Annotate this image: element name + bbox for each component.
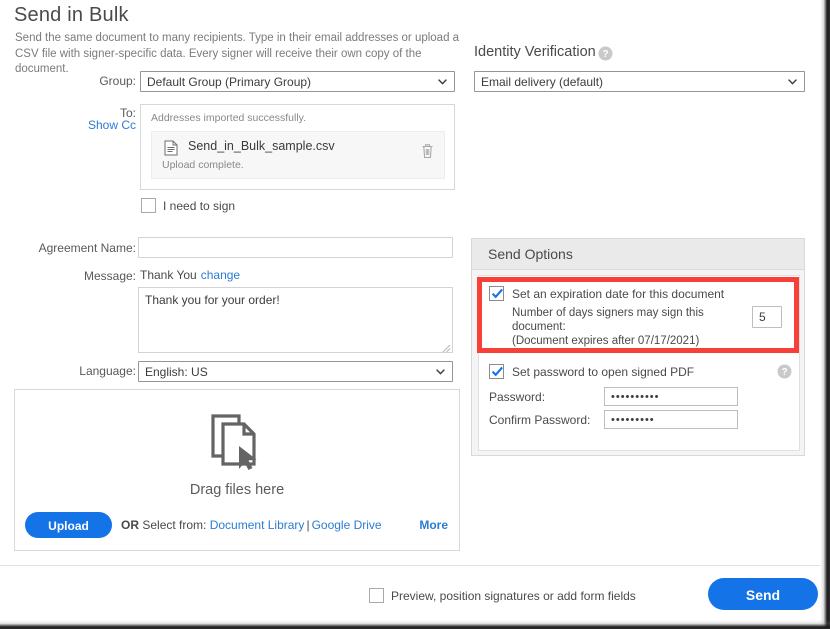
set-password-label[interactable]: Set password to open signed PDF (512, 365, 694, 379)
preview-label[interactable]: Preview, position signatures or add form… (391, 589, 636, 603)
set-password-checkbox[interactable] (489, 364, 504, 379)
to-recipients-box: Addresses imported successfully. Send_in… (140, 104, 455, 190)
chevron-down-icon (436, 369, 445, 375)
link-separator: | (306, 518, 309, 532)
message-textarea[interactable] (138, 287, 453, 353)
send-options-title: Send Options (488, 246, 573, 262)
password-input[interactable] (604, 387, 738, 406)
footer-divider (0, 565, 820, 566)
language-select-value: English: US (145, 365, 208, 379)
document-library-link[interactable]: Document Library (210, 518, 305, 532)
upload-button[interactable]: Upload (25, 512, 112, 538)
uploaded-file-name: Send_in_Bulk_sample.csv (188, 139, 335, 153)
confirm-password-input[interactable] (604, 410, 738, 429)
i-need-to-sign-label[interactable]: I need to sign (163, 199, 235, 213)
documents-cursor-icon (205, 410, 269, 474)
agreement-name-label: Agreement Name: (0, 241, 136, 255)
more-link[interactable]: More (419, 518, 448, 532)
chevron-down-icon (788, 79, 797, 85)
expiration-days-input[interactable] (752, 306, 782, 328)
or-label: OR (121, 518, 139, 532)
page-right-edge (820, 0, 830, 629)
send-options-header: Send Options (472, 239, 804, 270)
send-in-bulk-page: Send in Bulk Send the same document to m… (0, 0, 830, 629)
expiration-desc-line1: Number of days signers may sign this (512, 307, 704, 319)
help-icon[interactable]: ? (777, 364, 792, 379)
group-label: Group: (0, 74, 136, 88)
language-select[interactable]: English: US (138, 361, 453, 382)
language-label: Language: (0, 364, 136, 378)
drag-files-text: Drag files here (15, 482, 459, 498)
import-status-text: Addresses imported successfully. (151, 112, 306, 124)
show-cc-link[interactable]: Show Cc (88, 118, 136, 132)
show-cc-link-wrap: Show Cc (0, 118, 136, 132)
expiration-desc-line3: (Document expires after 07/17/2021) (512, 335, 699, 347)
expiration-desc-line2: document: (512, 321, 566, 333)
select-from-label: Select from: (142, 518, 206, 532)
help-icon[interactable]: ? (598, 46, 613, 61)
svg-text:?: ? (602, 49, 608, 60)
identity-verification-value: Email delivery (default) (481, 75, 603, 89)
identity-verification-select[interactable]: Email delivery (default) (474, 71, 805, 92)
send-button[interactable]: Send (708, 578, 818, 610)
page-title: Send in Bulk (14, 4, 129, 27)
chevron-down-icon (438, 79, 447, 85)
page-bottom-edge (0, 620, 830, 629)
google-drive-link[interactable]: Google Drive (312, 518, 382, 532)
group-select[interactable]: Default Group (Primary Group) (140, 71, 455, 92)
set-expiration-label[interactable]: Set an expiration date for this document (512, 287, 724, 301)
message-template-name: Thank You (140, 268, 197, 282)
select-from-row: OR Select from: Document Library|Google … (121, 518, 382, 532)
set-expiration-checkbox[interactable] (489, 286, 504, 301)
document-icon (164, 140, 178, 156)
trash-icon[interactable] (421, 143, 434, 159)
message-label: Message: (0, 269, 136, 283)
svg-text:?: ? (781, 367, 787, 378)
agreement-name-input[interactable] (138, 237, 453, 258)
expiration-description: Number of days signers may sign this doc… (512, 307, 727, 348)
password-label: Password: (489, 390, 545, 404)
message-change-link[interactable]: change (201, 268, 240, 282)
upload-status-text: Upload complete. (162, 159, 244, 171)
uploaded-file-card: Send_in_Bulk_sample.csv Upload complete. (151, 131, 445, 179)
identity-verification-title: Identity Verification (474, 44, 596, 60)
confirm-password-label: Confirm Password: (489, 413, 590, 427)
i-need-to-sign-checkbox[interactable] (141, 198, 156, 213)
file-dropzone[interactable]: Drag files here Upload OR Select from: D… (14, 389, 460, 551)
preview-checkbox[interactable] (369, 588, 384, 603)
message-template-row: Thank You change (140, 268, 240, 282)
group-select-value: Default Group (Primary Group) (147, 75, 311, 89)
